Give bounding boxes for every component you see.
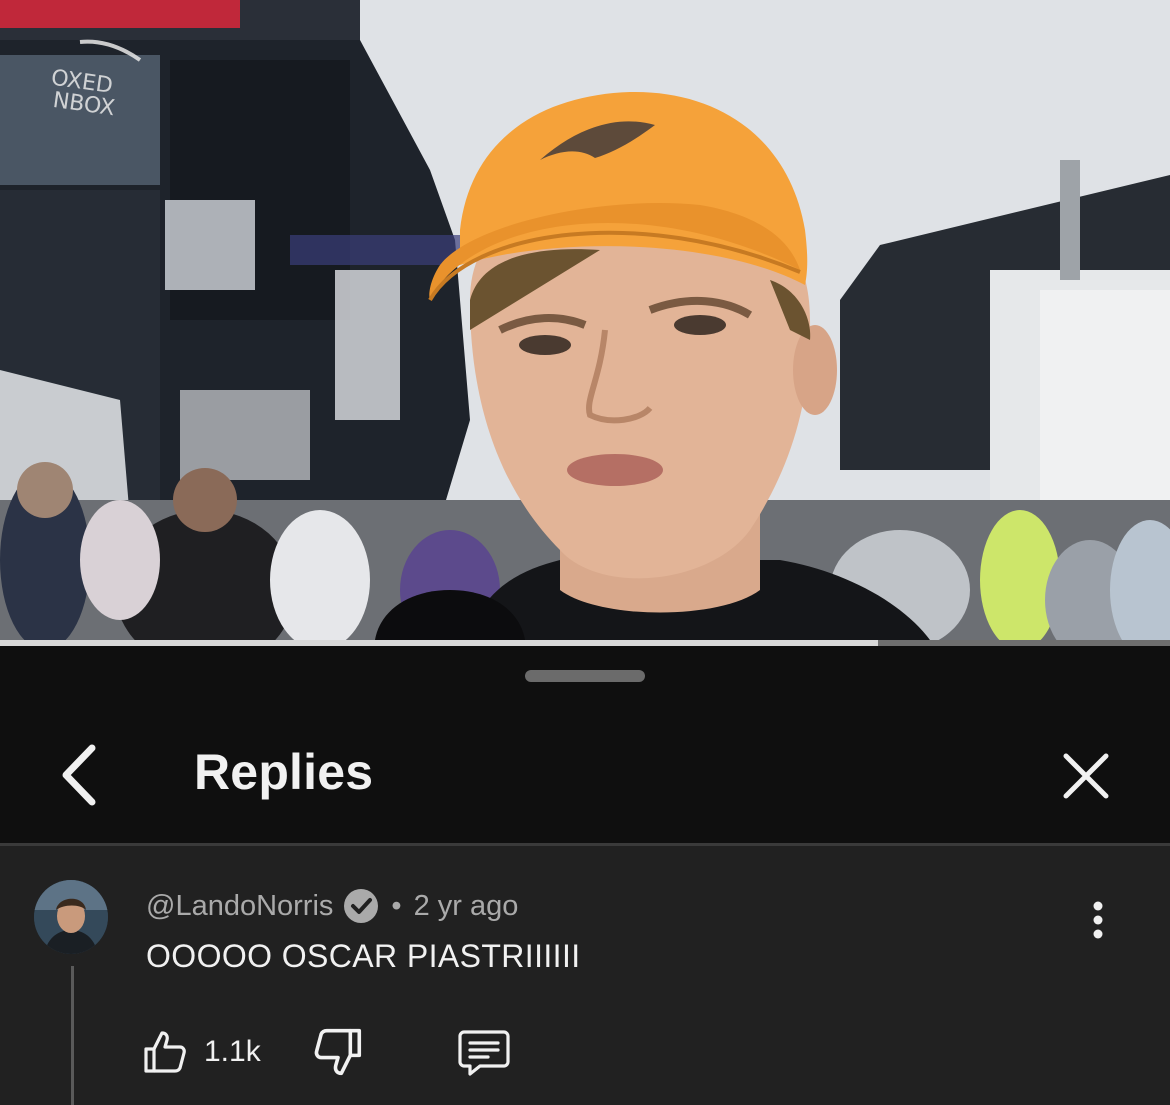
more-options-button[interactable] [1076,898,1120,942]
comment-thread: @LandoNorris • 2 yr ago OOOOO OSCAR PIAS… [0,846,1170,1105]
chevron-left-icon [62,744,96,806]
drag-handle[interactable] [525,670,645,682]
close-icon [1063,753,1109,799]
thread-line [71,966,74,1105]
comment-text: OOOOO OSCAR PIASTRIIIIII [146,938,581,974]
dislike-button[interactable] [310,1024,366,1080]
verified-check-icon [344,889,379,923]
thumbs-up-icon [144,1031,186,1073]
sheet-header: Replies [0,704,1170,842]
avatar-image [34,880,108,954]
thumbs-down-icon [314,1028,362,1076]
video-frame: OXED NBOX [0,0,1170,640]
back-button[interactable] [52,740,112,810]
more-vertical-icon [1093,901,1103,939]
like-button[interactable]: 1.1k [140,1024,261,1080]
app-screen: OXED NBOX Replies @LandoNorris • 2 yr ag… [0,0,1170,1105]
reply-button[interactable] [456,1024,512,1080]
comment-actions: 1.1k [140,1024,560,1080]
close-button[interactable] [1054,744,1118,808]
video-player[interactable]: OXED NBOX [0,0,1170,640]
like-count: 1.1k [204,1035,261,1068]
comment-meta: @LandoNorris • 2 yr ago [146,886,518,926]
sheet-title: Replies [194,744,374,800]
replies-sheet: Replies @LandoNorris • 2 yr ago OOOOO OS… [0,646,1170,1105]
avatar[interactable] [34,880,108,954]
comment-time: 2 yr ago [413,889,519,922]
meta-separator: • [391,889,402,922]
reply-comment-icon [458,1030,510,1076]
comment-author[interactable]: @LandoNorris [146,890,333,923]
